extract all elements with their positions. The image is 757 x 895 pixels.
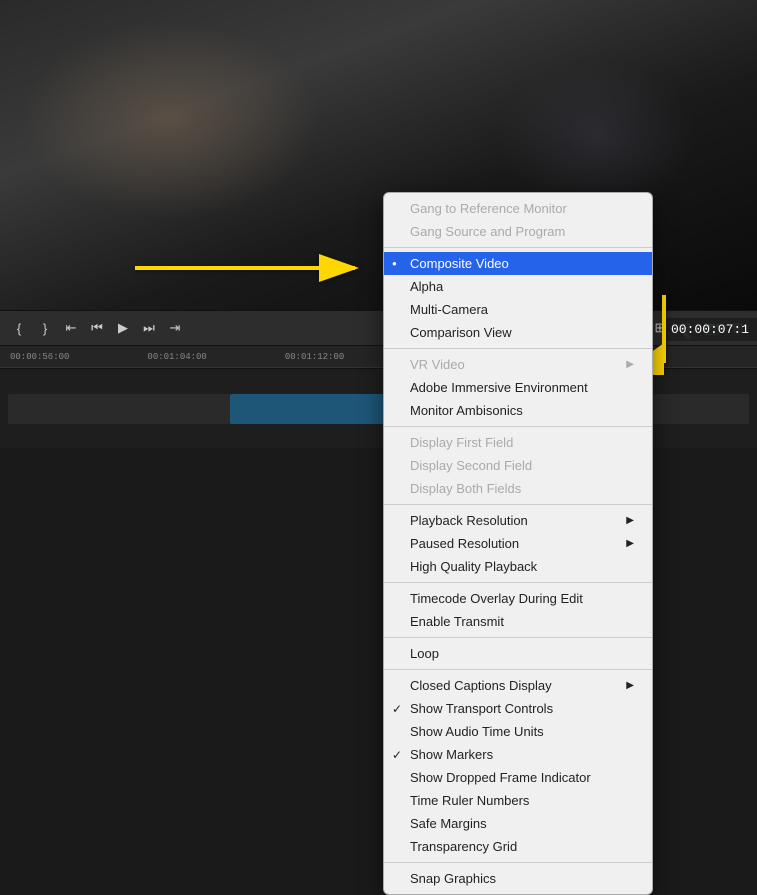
timecode-2: 00:01:04:00 (147, 352, 206, 362)
menu-item-show-transport[interactable]: Show Transport Controls (384, 697, 652, 720)
menu-item-label-enable-transmit: Enable Transmit (410, 614, 504, 629)
submenu-arrow-vr-video: ▶ (626, 359, 634, 370)
menu-item-label-monitor-ambisonics: Monitor Ambisonics (410, 403, 523, 418)
menu-item-label-show-transport: Show Transport Controls (410, 701, 553, 716)
menu-item-multi-camera[interactable]: Multi-Camera (384, 298, 652, 321)
menu-item-closed-captions[interactable]: Closed Captions Display ▶ (384, 674, 652, 697)
menu-item-label-closed-captions: Closed Captions Display (410, 678, 552, 693)
menu-item-show-dropped-frame[interactable]: Show Dropped Frame Indicator (384, 766, 652, 789)
menu-item-show-audio-time[interactable]: Show Audio Time Units (384, 720, 652, 743)
step-back-button[interactable]: ⏮ (86, 317, 108, 339)
menu-item-label-show-dropped-frame: Show Dropped Frame Indicator (410, 770, 591, 785)
menu-item-label-show-audio-time: Show Audio Time Units (410, 724, 544, 739)
menu-separator (384, 348, 652, 349)
menu-item-label-gang-reference: Gang to Reference Monitor (410, 201, 567, 216)
menu-item-label-adobe-immersive: Adobe Immersive Environment (410, 380, 588, 395)
menu-item-label-display-second-field: Display Second Field (410, 458, 532, 473)
menu-item-label-multi-camera: Multi-Camera (410, 302, 488, 317)
menu-item-enable-transmit[interactable]: Enable Transmit (384, 610, 652, 633)
menu-item-high-quality-playback[interactable]: High Quality Playback (384, 555, 652, 578)
menu-item-transparency-grid[interactable]: Transparency Grid (384, 835, 652, 858)
menu-item-vr-video: VR Video ▶ (384, 353, 652, 376)
menu-item-label-show-markers: Show Markers (410, 747, 493, 762)
menu-item-playback-resolution[interactable]: Playback Resolution ▶ (384, 509, 652, 532)
submenu-arrow-closed-captions: ▶ (626, 680, 634, 691)
timecode-1: 00:00:56:00 (10, 352, 69, 362)
menu-separator (384, 247, 652, 248)
menu-item-label-loop: Loop (410, 646, 439, 661)
left-arrow-annotation (135, 248, 365, 293)
menu-item-label-timecode-overlay: Timecode Overlay During Edit (410, 591, 583, 606)
menu-item-display-first-field: Display First Field (384, 431, 652, 454)
menu-item-label-snap-graphics: Snap Graphics (410, 871, 496, 886)
go-to-out-button[interactable]: ⇥ (164, 317, 186, 339)
menu-item-gang-source: Gang Source and Program (384, 220, 652, 243)
menu-item-label-display-both-fields: Display Both Fields (410, 481, 521, 496)
menu-item-label-high-quality-playback: High Quality Playback (410, 559, 537, 574)
menu-item-show-markers[interactable]: Show Markers (384, 743, 652, 766)
menu-item-adobe-immersive[interactable]: Adobe Immersive Environment (384, 376, 652, 399)
menu-item-snap-graphics[interactable]: Snap Graphics (384, 867, 652, 890)
menu-item-label-display-first-field: Display First Field (410, 435, 513, 450)
mark-out-button[interactable]: } (34, 317, 56, 339)
menu-separator (384, 426, 652, 427)
menu-item-comparison-view[interactable]: Comparison View (384, 321, 652, 344)
menu-item-label-comparison-view: Comparison View (410, 325, 512, 340)
play-button[interactable]: ▶ (112, 317, 134, 339)
mark-in-button[interactable]: { (8, 317, 30, 339)
menu-item-label-gang-source: Gang Source and Program (410, 224, 565, 239)
menu-item-label-alpha: Alpha (410, 279, 443, 294)
menu-item-label-paused-resolution: Paused Resolution (410, 536, 519, 551)
menu-separator (384, 582, 652, 583)
go-to-in-button[interactable]: ⇤ (60, 317, 82, 339)
menu-separator (384, 862, 652, 863)
timecode-3: 00:01:12:00 (285, 352, 344, 362)
submenu-arrow-paused-resolution: ▶ (626, 538, 634, 549)
menu-item-paused-resolution[interactable]: Paused Resolution ▶ (384, 532, 652, 555)
menu-item-monitor-ambisonics[interactable]: Monitor Ambisonics (384, 399, 652, 422)
menu-item-timecode-overlay[interactable]: Timecode Overlay During Edit (384, 587, 652, 610)
menu-item-alpha[interactable]: Alpha (384, 275, 652, 298)
menu-item-display-both-fields: Display Both Fields (384, 477, 652, 500)
menu-item-gang-reference: Gang to Reference Monitor (384, 197, 652, 220)
step-forward-button[interactable]: ⏭ (138, 317, 160, 339)
menu-item-time-ruler-numbers[interactable]: Time Ruler Numbers (384, 789, 652, 812)
menu-separator (384, 669, 652, 670)
menu-separator (384, 504, 652, 505)
context-menu: Gang to Reference Monitor Gang Source and… (383, 192, 653, 895)
menu-item-safe-margins[interactable]: Safe Margins (384, 812, 652, 835)
menu-item-loop[interactable]: Loop (384, 642, 652, 665)
menu-item-composite-video[interactable]: Composite Video (384, 252, 652, 275)
menu-separator (384, 637, 652, 638)
menu-item-label-safe-margins: Safe Margins (410, 816, 487, 831)
menu-item-label-time-ruler-numbers: Time Ruler Numbers (410, 793, 529, 808)
menu-item-label-playback-resolution: Playback Resolution (410, 513, 528, 528)
menu-item-label-transparency-grid: Transparency Grid (410, 839, 517, 854)
submenu-arrow-playback-resolution: ▶ (626, 515, 634, 526)
menu-item-label-composite-video: Composite Video (410, 256, 509, 271)
menu-item-label-vr-video: VR Video (410, 357, 465, 372)
menu-item-display-second-field: Display Second Field (384, 454, 652, 477)
